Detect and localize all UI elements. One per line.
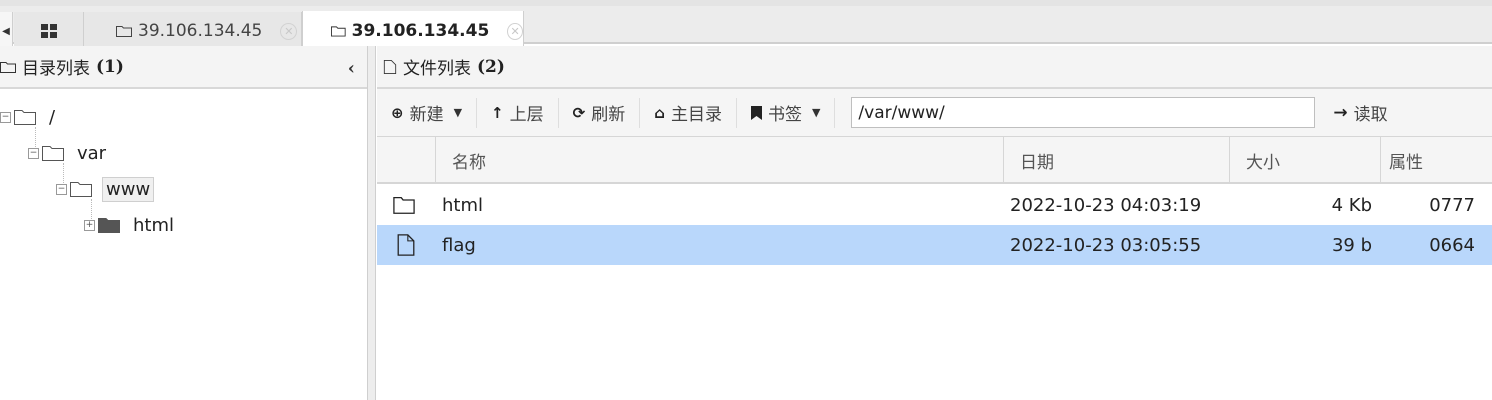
directory-tree: − / − var − www + html <box>0 89 367 389</box>
file-row[interactable]: html 2022-10-23 04:03:19 4 Kb 0777 <box>377 185 1492 225</box>
tab-scroll-left-button[interactable]: ◀ <box>0 12 13 50</box>
directory-pane-title: 目录列表 <box>22 59 90 79</box>
column-header-name[interactable]: 名称 <box>435 137 1003 184</box>
folder-icon <box>42 146 64 161</box>
tab-close-icon[interactable]: ✕ <box>507 22 523 40</box>
file-toolbar: ⊕ 新建 ▼ ↑ 上层 ⟳ 刷新 ⌂ 主目录 书签 ▼ → 读取 <box>377 89 1492 137</box>
collapse-toggle-icon[interactable]: − <box>56 183 67 195</box>
refresh-icon: ⟳ <box>572 103 586 122</box>
pane-splitter[interactable] <box>368 46 376 400</box>
chevron-down-icon: ▼ <box>453 106 463 119</box>
refresh-button-label: 刷新 <box>591 105 626 125</box>
plus-circle-icon: ⊕ <box>391 103 404 122</box>
file-name: html <box>442 194 484 216</box>
home-button[interactable]: ⌂ 主目录 <box>640 97 737 128</box>
file-grid-header: 名称 日期 大小 属性 <box>377 137 1492 184</box>
tree-node-label: / <box>49 106 56 128</box>
tab-grid-view[interactable] <box>14 12 84 50</box>
directory-pane-header: 目录列表 (1) ‹ <box>0 46 367 89</box>
file-size: 4 Kb <box>1331 194 1372 216</box>
column-header-label: 属性 <box>1389 153 1423 173</box>
bookmark-button[interactable]: 书签 ▼ <box>737 97 836 128</box>
column-header-label: 名称 <box>452 153 486 173</box>
tab-label: 39.106.134.45 <box>138 21 263 41</box>
file-pane-header: 文件列表 (2) <box>377 46 1492 89</box>
tree-node-label: var <box>77 142 107 164</box>
grid-icon <box>40 24 57 38</box>
column-header-label: 大小 <box>1246 153 1280 173</box>
folder-icon <box>393 197 415 214</box>
expand-toggle-icon[interactable]: + <box>84 219 95 231</box>
tab-bar: ◀ 39.106.134.45 ✕ 39.106.134.45 ✕ <box>0 0 1492 51</box>
folder-icon <box>70 182 92 197</box>
folder-icon <box>0 61 16 73</box>
tree-node-label: html <box>133 214 175 236</box>
tab-connection-1[interactable]: 39.106.134.45 ✕ <box>84 12 302 50</box>
read-button-label: 读取 <box>1353 105 1388 125</box>
collapse-toggle-icon[interactable]: − <box>0 111 11 123</box>
tree-node-label: www <box>102 176 155 202</box>
file-icon <box>397 234 415 256</box>
column-header-attr[interactable]: 属性 <box>1380 137 1492 184</box>
tab-connection-2[interactable]: 39.106.134.45 ✕ <box>302 11 524 51</box>
file-name: flag <box>442 234 476 256</box>
column-header-date[interactable]: 日期 <box>1003 137 1229 184</box>
chevron-down-icon: ▼ <box>811 106 821 119</box>
bookmark-button-label: 书签 <box>767 105 802 125</box>
file-size: 39 b <box>1331 234 1372 256</box>
folder-icon <box>331 26 346 37</box>
arrow-up-icon: ↑ <box>491 103 504 122</box>
up-button[interactable]: ↑ 上层 <box>477 97 559 128</box>
new-button-label: 新建 <box>409 105 444 125</box>
up-button-label: 上层 <box>509 105 544 125</box>
file-icon <box>383 59 397 74</box>
file-pane-title: 文件列表 <box>403 59 471 79</box>
file-pane: 文件列表 (2) ⊕ 新建 ▼ ↑ 上层 ⟳ 刷新 ⌂ 主目录 书签 ▼ /va… <box>377 46 1492 400</box>
file-attr: 0777 <box>1429 194 1475 216</box>
home-icon: ⌂ <box>654 103 665 122</box>
file-row[interactable]: flag 2022-10-23 03:05:55 39 b 0664 <box>377 225 1492 265</box>
refresh-button[interactable]: ⟳ 刷新 <box>559 97 641 128</box>
bookmark-icon <box>750 105 762 120</box>
directory-pane: 目录列表 (1) ‹ − / − var − www + html <box>0 46 368 400</box>
file-date: 2022-10-23 03:05:55 <box>1010 234 1202 256</box>
column-header-label: 日期 <box>1020 153 1054 173</box>
arrow-right-icon: → <box>1333 102 1348 123</box>
tree-node-root[interactable]: − / <box>0 103 58 131</box>
tree-node-var[interactable]: − var <box>28 139 109 167</box>
column-header-size[interactable]: 大小 <box>1229 137 1380 184</box>
tab-close-icon[interactable]: ✕ <box>280 22 298 40</box>
home-button-label: 主目录 <box>670 105 722 125</box>
tab-label: 39.106.134.45 <box>351 21 490 41</box>
tree-node-www[interactable]: − www <box>56 175 155 203</box>
folder-icon <box>14 110 36 125</box>
collapse-toggle-icon[interactable]: − <box>28 147 39 159</box>
directory-count: (1) <box>96 56 124 77</box>
tree-node-html[interactable]: + html <box>84 211 177 239</box>
collapse-pane-icon[interactable]: ‹ <box>348 58 355 79</box>
new-button[interactable]: ⊕ 新建 ▼ <box>377 97 478 128</box>
folder-filled-icon <box>98 218 120 233</box>
read-button[interactable]: → 读取 <box>1333 100 1388 126</box>
file-attr: 0664 <box>1429 234 1475 256</box>
file-count: (2) <box>477 56 505 77</box>
folder-icon <box>116 26 132 37</box>
path-input[interactable] <box>851 97 1316 128</box>
file-date: 2022-10-23 04:03:19 <box>1010 194 1202 216</box>
